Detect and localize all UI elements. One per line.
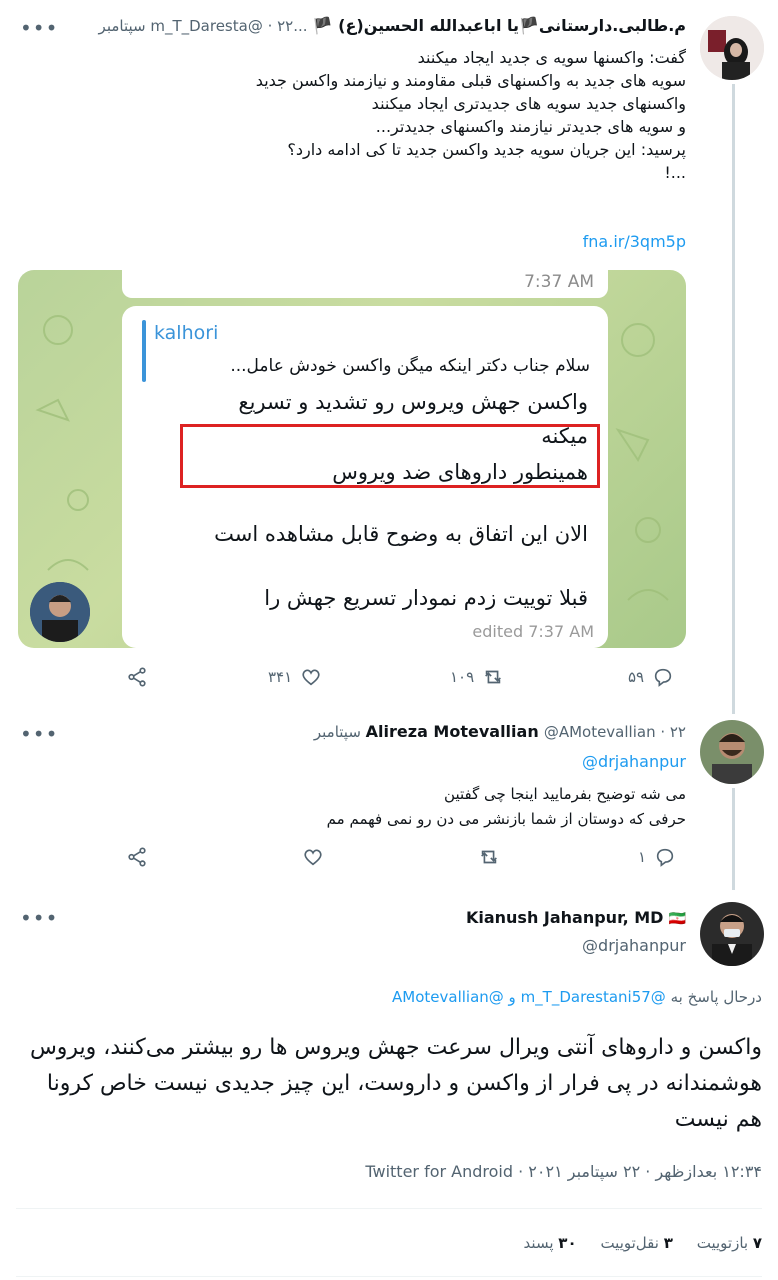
tweet-line: سویه های جدید به واکسنهای قبلی مقاومند و… — [255, 71, 686, 90]
author-name[interactable]: Alireza Motevallian — [366, 722, 539, 741]
mention-link[interactable]: @drjahanpur — [582, 752, 686, 771]
retweet-icon — [481, 850, 497, 864]
like-button[interactable]: ۳۴۱ — [268, 666, 322, 688]
thread-line — [732, 84, 735, 714]
retweet-icon — [485, 670, 502, 684]
reply-button[interactable]: ۵۹ — [628, 666, 674, 688]
stat-quotes[interactable]: ۳ نقل‌توییت — [600, 1234, 672, 1252]
reply-count: ۱ — [638, 848, 647, 866]
share-icon — [128, 847, 146, 867]
tweet-line: می شه توضیح بفرمایید اینجا چی گفتین — [444, 785, 686, 803]
tweet-line: حرفی که دوستان از شما بازنشر می دن رو نم… — [326, 810, 686, 828]
engagement-stats: ۷ بازتوییت ۳ نقل‌توییت ۳۰ پسند — [18, 1234, 762, 1252]
tweet-image[interactable]: 7:37 AM kalhori سلام جناب دکتر اینکه میگ… — [18, 270, 686, 648]
chat-message: kalhori سلام جناب دکتر اینکه میگن واکسن … — [122, 306, 608, 648]
author-handle[interactable]: @drjahanpur — [582, 936, 686, 955]
thread-line — [732, 788, 735, 890]
message-time: 7:37 AM — [524, 272, 594, 292]
handle-date[interactable]: ...m_T_Daresta@ · ۲۲ سپتامبر — [99, 17, 308, 35]
highlight-line-2: میکنه — [541, 424, 588, 448]
message-line: الان این اتفاق به وضوح قابل مشاهده است — [214, 522, 588, 546]
edited-time: edited 7:37 AM — [472, 622, 594, 641]
message-line: همینطور داروهای ضد ویروس — [332, 460, 588, 484]
author-name[interactable]: م.طالبی.دارستانی🏴یا اباعبدالله الحسین(ع)… — [313, 16, 686, 35]
more-options-icon[interactable]: ••• — [20, 18, 58, 38]
reply-icon — [654, 668, 672, 687]
more-options-icon[interactable]: ••• — [20, 724, 58, 744]
previous-message: 7:37 AM — [122, 270, 608, 298]
divider — [16, 1276, 762, 1277]
message-line: قبلا توییت زدم نمودار تسریع جهش را — [264, 586, 588, 610]
more-options-icon[interactable]: ••• — [20, 908, 58, 928]
author-name[interactable]: Kianush Jahanpur, MD — [466, 908, 664, 927]
heart-icon — [302, 669, 320, 686]
main-tweet-text: واکسن و داروهای آنتی ویرال سرعت جهش ویرو… — [29, 1035, 762, 1132]
stat-retweets[interactable]: ۷ بازتوییت — [697, 1234, 762, 1252]
tweet-line: واکسنهای جدید سویه های جدیدتری ایجاد میک… — [371, 94, 686, 113]
tweet-line: پرسید: این جریان سویه جدید واکسن جدید تا… — [287, 140, 686, 159]
reply-context: درحال پاسخ به @m_T_Darestani57 و @AMotev… — [22, 988, 762, 1006]
quote-bar — [142, 320, 146, 382]
tweet-line: گفت: واکسنها سویه ی جدید ایجاد میکنند — [417, 48, 686, 67]
stat-likes[interactable]: ۳۰ پسند — [524, 1234, 577, 1252]
tweet2-header: Alireza Motevallian @AMotevallian · ۲۲ س… — [86, 722, 686, 741]
retweet-button[interactable]: ۱۰۹ — [450, 666, 504, 688]
tweet-line: و سویه های جدیدتر نیازمند واکسنهای جدیدت… — [375, 117, 686, 136]
highlight-line-1: واکسن جهش ویروس رو تشدید و تسریع — [238, 390, 588, 414]
avatar-jahanpur[interactable] — [700, 902, 764, 966]
flag-icon: 🇮🇷 — [668, 911, 686, 927]
reply-count: ۵۹ — [628, 668, 645, 686]
quote-author: kalhori — [154, 322, 219, 344]
like-count: ۳۴۱ — [268, 668, 293, 686]
avatar-talebi[interactable] — [700, 16, 764, 80]
reply-icon — [656, 848, 674, 867]
tweet-line: ...! — [664, 163, 686, 182]
share-button[interactable] — [126, 846, 148, 868]
tweet1-text: گفت: واکسنها سویه ی جدید ایجاد میکنند سو… — [66, 46, 686, 184]
main-author: Kianush Jahanpur, MD 🇮🇷 — [166, 908, 686, 927]
avatar-motevallian[interactable] — [700, 720, 764, 784]
reply-prefix: درحال پاسخ به — [670, 988, 762, 1006]
tweet-meta[interactable]: ۱۲:۳۴ بعدازظهر · ۲۲ سپتامبر ۲۰۲۱ · Twitt… — [18, 1162, 762, 1181]
retweet-button[interactable] — [478, 846, 500, 868]
reply-to-links[interactable]: @m_T_Darestani57 و @AMotevallian — [392, 988, 666, 1006]
reply-button[interactable]: ۱ — [638, 846, 676, 868]
share-icon — [128, 667, 146, 687]
like-button[interactable] — [302, 846, 324, 868]
retweet-count: ۱۰۹ — [450, 668, 475, 686]
heart-icon — [304, 849, 322, 866]
tweet-link[interactable]: fna.ir/3qm5p — [583, 232, 686, 251]
divider — [16, 1208, 762, 1209]
tweet2-text: می شه توضیح بفرمایید اینجا چی گفتین حرفی… — [86, 782, 686, 832]
share-button[interactable] — [126, 666, 148, 688]
quote-text: سلام جناب دکتر اینکه میگن واکسن خودش عام… — [230, 356, 590, 376]
chat-avatar — [30, 582, 90, 642]
tweet1-header: م.طالبی.دارستانی🏴یا اباعبدالله الحسین(ع)… — [76, 16, 686, 42]
